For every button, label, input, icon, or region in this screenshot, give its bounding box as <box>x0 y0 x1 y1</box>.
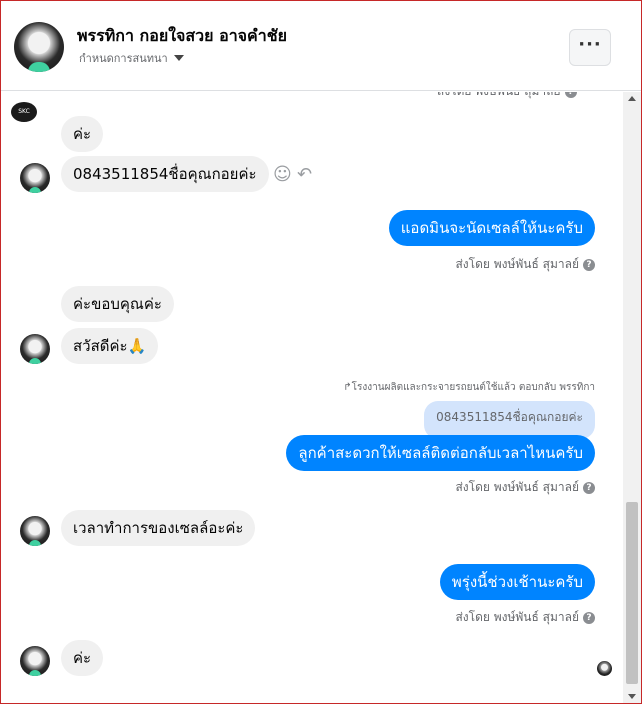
sent-by-text: ส่งโดย พงษ์พันธ์ สุมาลย์ <box>455 610 579 624</box>
scroll-up-arrow-icon[interactable] <box>628 96 636 101</box>
seen-indicator-avatar <box>597 661 612 676</box>
sent-by-label: ส่งโดย พงษ์พันธ์ สุมาลย์ ? <box>437 92 577 101</box>
scrollbar-thumb[interactable] <box>626 502 638 684</box>
sent-by-text: ส่งโดย พงษ์พันธ์ สุมาลย์ <box>437 92 561 101</box>
contact-avatar-small <box>20 163 50 193</box>
contact-avatar-small <box>20 516 50 546</box>
quoted-message[interactable]: 0843511854ชื่อคุณกอยค่ะ <box>424 401 595 439</box>
sent-by-text: ส่งโดย พงษ์พันธ์ สุมาลย์ <box>455 257 579 271</box>
sent-by-label: ส่งโดย พงษ์พันธ์ สุมาลย์ ? <box>455 255 595 274</box>
incoming-message[interactable]: 0843511854ชื่อคุณกอยค่ะ <box>61 156 269 192</box>
incoming-message[interactable]: ค่ะ <box>61 116 104 152</box>
incoming-message[interactable]: สวัสดีค่ะ🙏 <box>61 328 159 364</box>
caret-down-icon <box>173 55 184 61</box>
incoming-message[interactable]: ค่ะขอบคุณค่ะ <box>61 286 174 322</box>
scrollbar[interactable] <box>623 92 641 703</box>
page-logo: SKC <box>11 102 37 122</box>
help-icon[interactable]: ? <box>583 481 595 494</box>
sent-by-label: ส่งโดย พงษ์พันธ์ สุมาลย์ ? <box>455 478 595 497</box>
message-list: ส่งโดย พงษ์พันธ์ สุมาลย์ ? SKC ค่ะ 08435… <box>1 92 623 703</box>
reply-icon[interactable]: ↶ <box>297 166 312 184</box>
incoming-message[interactable]: ค่ะ <box>61 640 104 676</box>
conversation-settings-label: กำหนดการสนทนา <box>79 52 168 65</box>
conversation-settings[interactable]: กำหนดการสนทนา <box>79 49 184 67</box>
contact-avatar-small <box>20 334 50 364</box>
conversation-header: พรรทิกา กอยใจสวย อาจคำชัย กำหนดการสนทนา … <box>1 1 641 91</box>
incoming-message[interactable]: เวลาทำการของเซลล์อะค่ะ <box>61 510 256 546</box>
contact-name[interactable]: พรรทิกา กอยใจสวย อาจคำชัย <box>77 24 287 49</box>
sent-by-label: ส่งโดย พงษ์พันธ์ สุมาลย์ ? <box>455 608 595 627</box>
scroll-down-arrow-icon[interactable] <box>628 694 636 699</box>
more-options-button[interactable]: ··· <box>569 29 611 66</box>
help-icon[interactable]: ? <box>564 92 577 98</box>
emoji-react-icon[interactable]: ☺ <box>273 166 292 184</box>
contact-avatar[interactable] <box>14 22 64 72</box>
outgoing-message[interactable]: แอดมินจะนัดเซลล์ให้นะครับ <box>388 210 595 246</box>
contact-avatar-small <box>20 646 50 676</box>
sent-by-text: ส่งโดย พงษ์พันธ์ สุมาลย์ <box>455 480 579 494</box>
reply-note: ↱โรงงานผลิตและกระจายรถยนต์ใช้แล้ว ตอบกลั… <box>343 382 595 393</box>
outgoing-message[interactable]: พรุ่งนี้ช่วงเช้านะครับ <box>439 564 595 600</box>
help-icon[interactable]: ? <box>583 258 595 271</box>
outgoing-message[interactable]: ลูกค้าสะดวกให้เซลล์ติดต่อกลับเวลาไหนครับ <box>286 435 595 471</box>
help-icon[interactable]: ? <box>583 611 595 624</box>
